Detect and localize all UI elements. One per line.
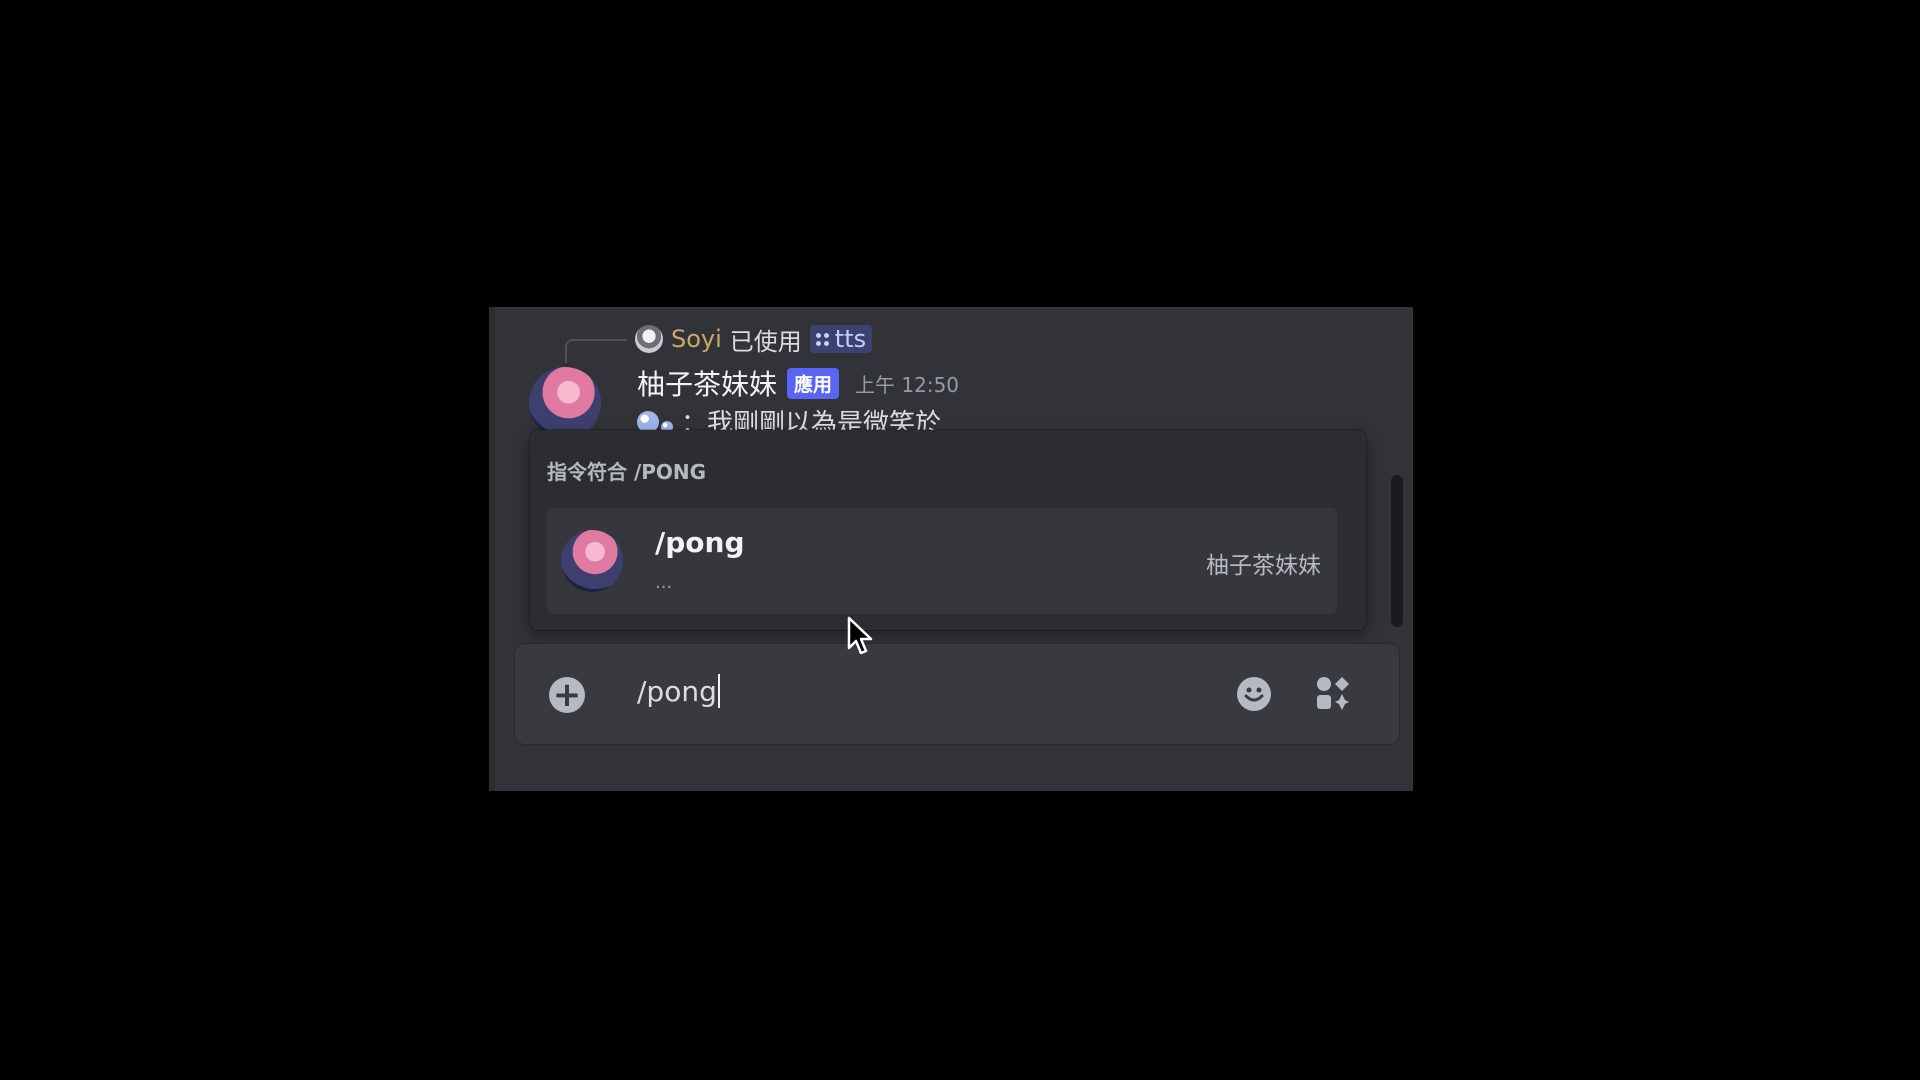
message-avatar[interactable]	[529, 367, 601, 439]
mouse-pointer-icon	[847, 616, 873, 655]
message-input-value: /pong	[637, 674, 717, 708]
slash-command-icon	[815, 332, 829, 346]
command-source-app: 柚子茶妹妹	[1206, 553, 1321, 579]
command-description: ...	[655, 572, 673, 593]
reply-action-text: 已使用	[729, 327, 802, 356]
command-app-avatar	[561, 530, 623, 592]
text-caret	[717, 674, 720, 708]
message-timestamp[interactable]: 上午 12:50	[855, 369, 959, 398]
reply-spine	[565, 339, 627, 363]
scrollbar-thumb[interactable]	[1391, 475, 1403, 627]
plus-circle-icon[interactable]: +	[549, 677, 585, 713]
apps-icon[interactable]	[1315, 675, 1351, 711]
message-input[interactable]: /pong	[637, 674, 720, 708]
reply-avatar[interactable]	[635, 325, 663, 353]
message-author[interactable]: 柚子茶妹妹	[637, 363, 777, 403]
message-header: 柚子茶妹妹 應用 上午 12:50	[637, 363, 959, 403]
panel-divider	[489, 307, 495, 791]
command-autocomplete: 指令符合 /PONG /pong ... 柚子茶妹妹	[530, 430, 1366, 630]
chat-panel: Soyi 已使用 tts 柚子茶妹妹 應用 上午 12:50 ：我剛剛以為是微笑…	[489, 307, 1413, 791]
reply-context[interactable]: Soyi 已使用 tts	[635, 325, 873, 356]
command-option-pong[interactable]: /pong ... 柚子茶妹妹	[547, 508, 1337, 614]
autocomplete-header: 指令符合 /PONG	[547, 460, 707, 484]
smiley-icon[interactable]	[1237, 677, 1271, 711]
command-chip[interactable]: tts	[809, 325, 873, 353]
command-chip-label: tts	[834, 325, 867, 353]
message-composer[interactable]: + /pong	[515, 644, 1399, 744]
reply-username[interactable]: Soyi	[671, 325, 722, 353]
command-name: /pong	[655, 526, 745, 559]
app-badge: 應用	[787, 367, 840, 399]
